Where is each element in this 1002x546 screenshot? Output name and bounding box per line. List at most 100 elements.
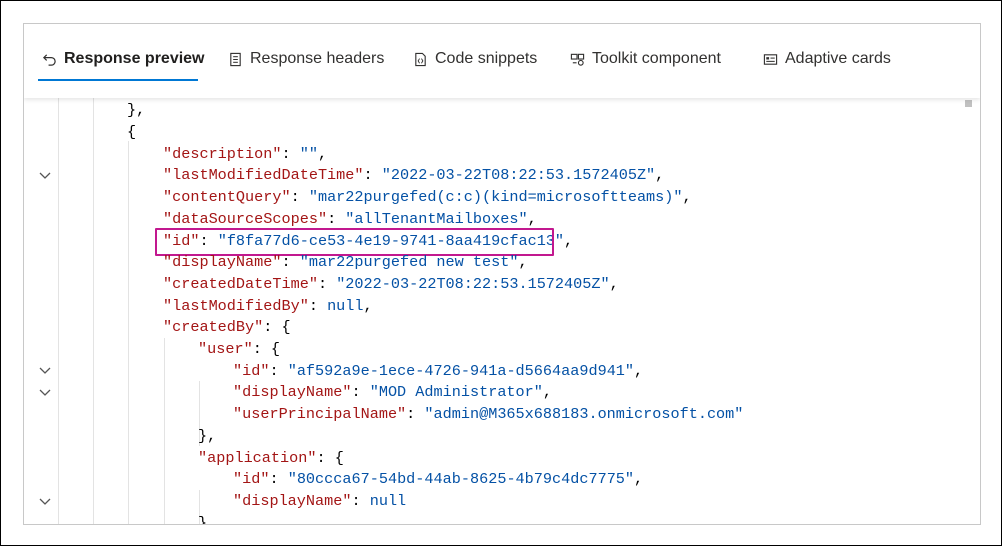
toolkit-icon: [570, 53, 585, 66]
active-tab-indicator: [38, 79, 198, 81]
json-value: "2022-03-22T08:22:53.1572405Z": [381, 166, 656, 184]
tab-label: Code snippets: [435, 50, 538, 67]
json-key: "application": [198, 449, 317, 467]
json-value: null: [327, 297, 364, 315]
json-separator: :: [199, 232, 218, 250]
json-separator: :: [263, 318, 282, 336]
code-line: "dataSourceScopes": "allTenantMailboxes"…: [24, 209, 980, 231]
code-line: "lastModifiedBy": null,: [24, 296, 980, 318]
json-key: "createdBy": [163, 318, 264, 336]
code-line: "user": {: [24, 339, 980, 397]
code-line: "displayName": "mar22purgefed new test",: [24, 252, 980, 274]
json-separator: :: [252, 340, 271, 358]
json-key: "createdDateTime": [163, 275, 318, 293]
json-punctuation: ,: [634, 362, 644, 380]
code-line: "createdBy": {: [24, 317, 980, 375]
code-line: "application": {: [24, 448, 980, 506]
tab-adaptive-cards[interactable]: Adaptive cards: [763, 44, 891, 74]
json-punctuation: },: [127, 101, 146, 119]
json-response-viewer[interactable]: }, { "description": "", "lastModifiedDat…: [24, 98, 980, 524]
json-key: "id": [233, 470, 270, 488]
tab-response-preview[interactable]: Response preview: [42, 44, 205, 74]
json-key: "lastModifiedDateTime": [163, 166, 364, 184]
json-punctuation: ,: [527, 210, 537, 228]
tab-label: Adaptive cards: [785, 50, 891, 67]
json-value: "allTenantMailboxes": [345, 210, 528, 228]
code-line: },: [24, 100, 980, 122]
tab-label: Response preview: [64, 50, 205, 67]
json-key: "contentQuery": [163, 188, 291, 206]
json-separator: :: [316, 449, 335, 467]
json-punctuation: ,: [363, 297, 373, 315]
json-punctuation: ,: [564, 232, 574, 250]
code-line: "id": "af592a9e-1ece-4726-941a-d5664aa9d…: [24, 361, 980, 383]
json-punctuation: ,: [518, 253, 528, 271]
json-separator: :: [363, 166, 382, 184]
code-line: },: [24, 426, 980, 448]
undo-arrow-icon: [43, 53, 56, 66]
json-value: "2022-03-22T08:22:53.1572405Z": [336, 275, 610, 293]
json-punctuation: ,: [542, 383, 553, 401]
json-separator: :: [281, 253, 300, 271]
json-key: "lastModifiedBy": [163, 297, 309, 315]
json-separator: :: [290, 188, 309, 206]
tab-toolkit-component[interactable]: Toolkit component: [570, 44, 721, 74]
tab-code-snippets[interactable]: Code snippets: [413, 44, 537, 74]
json-value: "MOD Administrator": [369, 383, 543, 401]
json-punctuation: ,: [655, 166, 665, 184]
json-value: "admin@M365x688183.onmicrosoft.com": [424, 405, 744, 423]
json-punctuation: ,: [609, 275, 619, 293]
json-separator: :: [351, 383, 370, 401]
document-list-icon: [230, 52, 241, 66]
json-punctuation: {: [127, 123, 137, 141]
json-key: "displayName": [233, 383, 352, 401]
tab-response-headers[interactable]: Response headers: [228, 44, 384, 74]
json-separator: :: [406, 405, 425, 423]
response-panel: Response preview Response headers Code s…: [23, 23, 981, 525]
json-punctuation: {: [270, 340, 281, 358]
json-punctuation: }: [198, 514, 208, 524]
json-value: "f8fa77d6-ce53-4e19-9741-8aa419cfac13": [217, 232, 565, 250]
code-line: "id": "80ccca67-54bd-44ab-8625-4b79c4dc7…: [24, 469, 980, 491]
code-line: "id": "f8fa77d6-ce53-4e19-9741-8aa419cfa…: [24, 231, 980, 253]
json-value: "mar22purgefed new test": [299, 253, 519, 271]
json-value: "af592a9e-1ece-4726-941a-d5664aa9d941": [287, 362, 635, 380]
json-key: "dataSourceScopes": [163, 210, 328, 228]
json-key: "id": [233, 362, 270, 380]
json-key: "displayName": [163, 253, 282, 271]
screenshot-frame: Response preview Response headers Code s…: [0, 0, 1002, 546]
json-value: null: [369, 492, 407, 510]
code-line: "userPrincipalName": "admin@M365x688183.…: [24, 404, 980, 426]
response-tabs-bar: Response preview Response headers Code s…: [24, 24, 980, 98]
json-value: "80ccca67-54bd-44ab-8625-4b79c4dc7775": [287, 470, 635, 488]
json-separator: :: [269, 362, 288, 380]
json-separator: :: [308, 297, 328, 315]
json-value: "": [299, 145, 318, 163]
json-key: "user": [198, 340, 253, 358]
json-key: "displayName": [233, 492, 352, 510]
json-separator: :: [281, 145, 300, 163]
code-document-icon: [415, 52, 426, 66]
code-line: "lastModifiedDateTime": "2022-03-22T08:2…: [24, 165, 980, 187]
tab-label: Toolkit component: [592, 50, 721, 67]
tab-label: Response headers: [250, 50, 385, 67]
json-key: "description": [163, 145, 282, 163]
json-separator: :: [317, 275, 337, 293]
json-separator: :: [327, 210, 346, 228]
json-punctuation: ,: [634, 470, 644, 488]
code-line: "createdDateTime": "2022-03-22T08:22:53.…: [24, 274, 980, 296]
card-icon: [763, 53, 778, 65]
json-punctuation: ,: [317, 145, 328, 163]
json-key: "userPrincipalName": [233, 405, 407, 423]
code-line: {: [24, 122, 980, 180]
json-separator: :: [269, 470, 288, 488]
json-punctuation: ,: [682, 188, 692, 206]
json-punctuation: {: [334, 449, 344, 467]
code-line: }: [24, 513, 980, 524]
json-separator: :: [351, 492, 370, 510]
code-line: "displayName": "MOD Administrator",: [24, 382, 980, 404]
code-line: "displayName": null: [24, 491, 980, 513]
code-line: "description": "",: [24, 144, 980, 166]
json-value: "mar22purgefed(c:c)(kind=microsoftteams)…: [308, 188, 683, 206]
json-punctuation: },: [198, 427, 217, 445]
